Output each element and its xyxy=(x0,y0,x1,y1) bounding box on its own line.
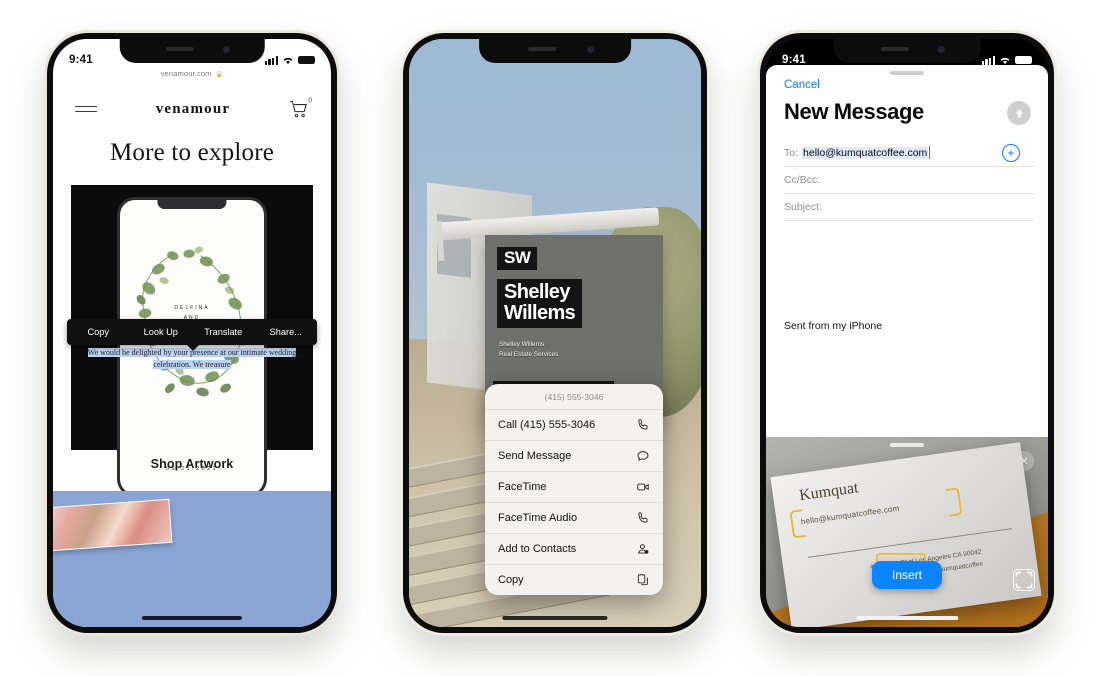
home-indicator[interactable] xyxy=(141,615,243,620)
subject-field-label: Subject: xyxy=(784,200,822,213)
sign-monogram: SW xyxy=(497,247,538,270)
context-menu-item-facetime-audio-label: FaceTime Audio xyxy=(498,512,578,524)
phone3-screen: 9:41 Cancel New Message To: hello@kumqua… xyxy=(766,39,1048,627)
card-logo: Kumquat xyxy=(798,479,860,505)
sign-agent-name-line1: Shelley xyxy=(504,281,570,303)
insert-button[interactable]: Insert xyxy=(871,561,943,589)
phone-mail-compose: 9:41 Cancel New Message To: hello@kumqua… xyxy=(757,30,1057,636)
speaker-slot xyxy=(880,47,909,51)
product-showcase: DELFINA AND MATTEO 09.21.2021 xyxy=(71,185,313,497)
status-indicators xyxy=(981,55,1032,65)
wifi-icon xyxy=(1000,57,1010,64)
phone3-notch xyxy=(833,39,981,63)
live-text-scan-icon[interactable] xyxy=(1013,569,1035,591)
speaker-slot xyxy=(165,47,194,51)
to-field-value: hello@kumquatcoffee.com xyxy=(802,146,929,159)
front-camera-icon xyxy=(587,46,595,53)
context-menu-item-facetime-audio[interactable]: FaceTime Audio xyxy=(485,502,663,533)
signal-bars-icon xyxy=(264,55,278,65)
status-time: 9:41 xyxy=(69,54,93,66)
selection-action-look-up[interactable]: Look Up xyxy=(130,327,193,337)
home-indicator[interactable] xyxy=(856,615,958,620)
site-header: venamour 0 xyxy=(53,89,331,129)
phone-icon xyxy=(638,419,648,430)
phone1-notch xyxy=(119,39,265,63)
ccbcc-field-row[interactable]: Cc/Bcc: xyxy=(784,166,1034,194)
floral-photo-card[interactable] xyxy=(53,498,173,552)
sign-subtitle: Shelley Willems Real Estate Services xyxy=(499,340,558,359)
selected-body-text-value: We would be delighted by your presence a… xyxy=(87,348,297,370)
send-arrow-icon xyxy=(1015,108,1023,117)
battery-icon xyxy=(298,55,315,65)
selection-action-share[interactable]: Share... xyxy=(255,327,318,337)
to-field-row[interactable]: To: hello@kumquatcoffee.com + xyxy=(784,139,1034,167)
invitation-name-1: DELFINA xyxy=(174,305,210,311)
cart-icon[interactable]: 0 xyxy=(289,97,312,118)
compose-title: New Message xyxy=(784,99,924,124)
phone1-screen: 9:41 venamour.com 🔒 venamour 0 More to e… xyxy=(53,39,331,627)
sign-agent-name: Shelley Willems xyxy=(497,279,583,328)
subject-field-row[interactable]: Subject: xyxy=(784,193,1034,221)
mail-compose-sheet: Cancel New Message To: hello@kumquatcoff… xyxy=(766,65,1048,627)
copy-icon xyxy=(637,574,648,586)
live-text-grabber[interactable] xyxy=(890,443,924,447)
popup-caret xyxy=(187,345,199,351)
card-email[interactable]: hello@kumquatcoffee.com xyxy=(800,504,900,527)
shop-artwork-link[interactable]: Shop Artwork xyxy=(53,457,331,471)
speaker-slot xyxy=(527,47,556,51)
hamburger-menu-icon[interactable] xyxy=(75,102,97,117)
cart-count-badge: 0 xyxy=(308,97,312,104)
home-indicator[interactable] xyxy=(502,615,608,620)
context-menu-item-call[interactable]: Call (415) 555-3046 xyxy=(485,409,663,440)
video-camera-icon xyxy=(637,483,649,491)
page-title: More to explore xyxy=(109,139,275,166)
mail-body-text[interactable]: Sent from my iPhone xyxy=(784,320,882,332)
cancel-button[interactable]: Cancel xyxy=(784,79,820,91)
business-card: Kumquat hello@kumquatcoffee.com 4936 Yor… xyxy=(770,442,1042,627)
sign-subtitle-line1: Shelley Willems xyxy=(499,341,545,348)
detection-bracket-right-icon xyxy=(945,487,963,517)
phone-number-context-menu: (415) 555-3046 Call (415) 555-3046 Send … xyxy=(485,384,663,595)
sign-subtitle-line2: Real Estate Services xyxy=(499,350,559,358)
front-camera-icon xyxy=(222,46,230,53)
phone-safari-venamour: 9:41 venamour.com 🔒 venamour 0 More to e… xyxy=(44,30,340,636)
context-menu-item-send-message-label: Send Message xyxy=(498,450,572,462)
add-person-icon xyxy=(638,544,649,554)
to-field-label: To: xyxy=(784,146,799,159)
context-menu-item-facetime-label: FaceTime xyxy=(498,481,547,493)
phone-camera-live-text: SW Shelley Willems Shelley Willems Real … xyxy=(400,30,710,636)
ccbcc-field-label: Cc/Bcc: xyxy=(784,173,821,186)
signal-bars-icon xyxy=(981,55,995,65)
context-menu-item-call-label: Call (415) 555-3046 xyxy=(498,419,596,431)
wifi-icon xyxy=(283,57,293,64)
text-selection-popup: Copy Look Up Translate Share... xyxy=(67,319,318,351)
selection-action-copy[interactable]: Copy xyxy=(67,327,130,337)
context-menu-item-copy[interactable]: Copy xyxy=(485,564,663,595)
sign-agent-name-line2: Willems xyxy=(504,301,576,324)
phone-icon xyxy=(638,512,648,523)
status-indicators xyxy=(264,55,315,65)
context-menu-item-facetime[interactable]: FaceTime xyxy=(485,471,663,502)
context-menu-item-send-message[interactable]: Send Message xyxy=(485,440,663,471)
status-time: 9:41 xyxy=(782,54,806,66)
phone2-notch xyxy=(479,39,631,63)
brand-logo[interactable]: venamour xyxy=(156,101,231,118)
live-text-camera-pane: ✕ Kumquat hello@kumquatcoffee.com 4936 Y… xyxy=(766,437,1048,627)
selection-action-translate[interactable]: Translate xyxy=(192,327,255,337)
context-menu-item-add-to-contacts[interactable]: Add to Contacts xyxy=(485,533,663,564)
text-caret xyxy=(929,146,931,159)
context-menu-header: (415) 555-3046 xyxy=(544,392,604,402)
message-bubble-icon xyxy=(637,451,649,461)
context-menu-item-copy-label: Copy xyxy=(498,574,524,586)
add-recipient-button[interactable]: + xyxy=(1002,143,1020,162)
front-camera-icon xyxy=(938,46,946,53)
blue-promo-panel xyxy=(53,491,331,627)
context-menu-item-add-to-contacts-label: Add to Contacts xyxy=(498,543,577,555)
phone2-screen: SW Shelley Willems Shelley Willems Real … xyxy=(409,39,701,627)
send-button[interactable] xyxy=(1007,101,1031,125)
battery-icon xyxy=(1015,55,1032,65)
scene-root: 9:41 venamour.com 🔒 venamour 0 More to e… xyxy=(0,0,1100,676)
